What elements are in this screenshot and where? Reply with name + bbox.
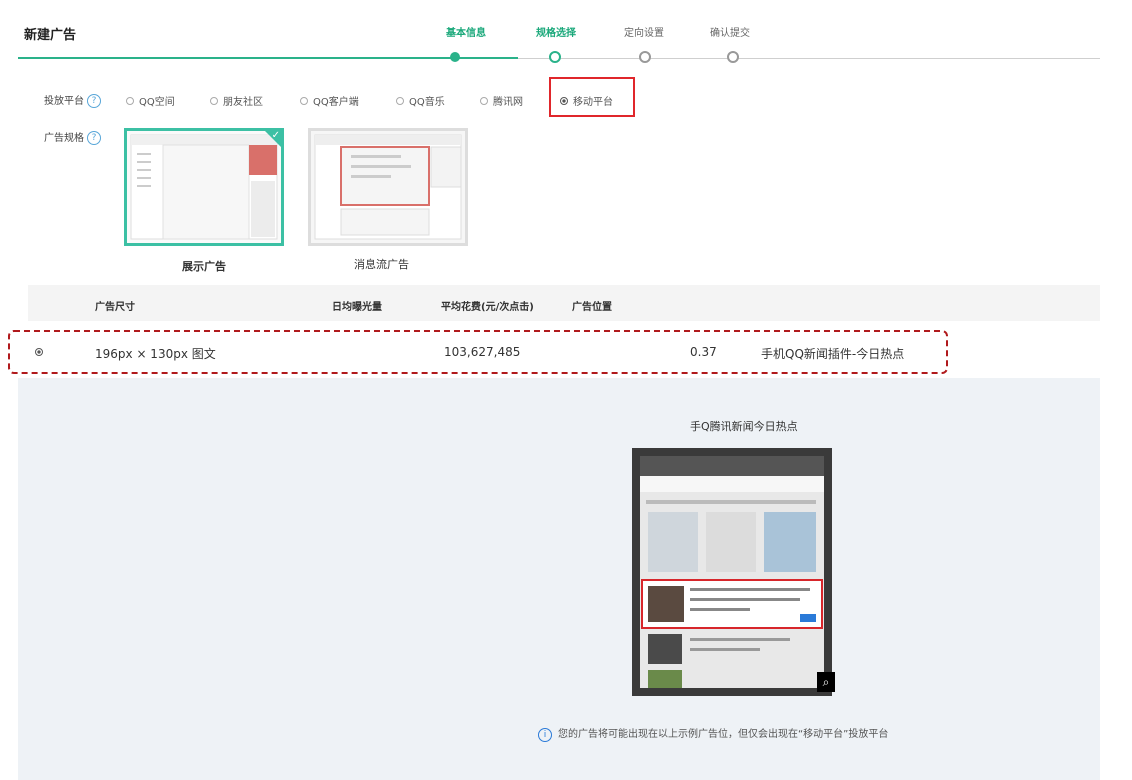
step-dot-spec: [549, 51, 561, 63]
platform-label: 投放平台?: [44, 92, 101, 108]
phone-preview-image: [632, 448, 832, 696]
step-dot-confirm: [727, 51, 739, 63]
info-icon: i: [538, 728, 552, 742]
mobile-highlight-box: [549, 77, 635, 117]
help-icon[interactable]: ?: [87, 94, 101, 108]
radio-icon: [126, 96, 134, 105]
step-targeting[interactable]: 定向设置: [624, 24, 664, 39]
spec-card-display-label: 展示广告: [182, 260, 226, 273]
cell-size: 196px × 130px 图文: [95, 347, 216, 361]
zoom-icon[interactable]: ⌕: [817, 672, 835, 692]
preview-note: i 您的广告将可能出现在以上示例广告位，但仅会出现在“移动平台”投放平台: [538, 725, 888, 742]
step-dot-basic: [450, 52, 460, 62]
platform-option-qq-client[interactable]: QQ客户端: [300, 93, 359, 108]
step-confirm[interactable]: 确认提交: [710, 24, 750, 39]
col-header-size: 广告尺寸: [95, 302, 135, 313]
preview-panel: [18, 378, 1100, 780]
row-radio-icon[interactable]: [35, 348, 43, 356]
check-icon: ✓: [271, 130, 280, 141]
platform-option-qzone[interactable]: QQ空间: [126, 93, 175, 108]
radio-icon: [480, 96, 488, 105]
radio-icon: [210, 96, 218, 105]
step-spec-select[interactable]: 规格选择: [536, 24, 576, 39]
platform-option-pengyou[interactable]: 朋友社区: [210, 93, 263, 108]
table-header: [28, 285, 1100, 321]
col-header-cost: 平均花费(元/次点击): [441, 302, 534, 313]
radio-icon: [300, 96, 308, 105]
step-dot-targeting: [639, 51, 651, 63]
cell-position: 手机QQ新闻插件-今日热点: [761, 347, 905, 361]
col-header-exposure: 日均曝光量: [332, 302, 382, 313]
header-bar: 新建广告 基本信息 规格选择 定向设置 确认提交: [18, 14, 1100, 63]
page-title: 新建广告: [24, 28, 77, 43]
display-ad-thumbnail: [130, 134, 278, 240]
news-feed-mockup: [640, 456, 824, 688]
spec-card-feed-label: 消息流广告: [354, 258, 409, 271]
preview-title: 手Q腾讯新闻今日热点: [690, 420, 798, 433]
progress-line-pending: [518, 58, 1100, 59]
cell-cost: 0.37: [690, 345, 717, 359]
spec-card-display[interactable]: ✓: [124, 128, 284, 246]
help-icon[interactable]: ?: [87, 131, 101, 145]
spec-card-feed[interactable]: [308, 128, 468, 246]
step-basic-info[interactable]: 基本信息: [446, 24, 486, 39]
feed-ad-thumbnail: [314, 134, 462, 240]
cell-exposure: 103,627,485: [444, 345, 521, 359]
progress-line-complete: [18, 57, 518, 59]
spec-label: 广告规格?: [44, 129, 101, 145]
platform-option-qq-music[interactable]: QQ音乐: [396, 93, 445, 108]
platform-option-tencent-web[interactable]: 腾讯网: [480, 93, 523, 108]
radio-icon: [396, 96, 404, 105]
col-header-position: 广告位置: [572, 302, 612, 313]
